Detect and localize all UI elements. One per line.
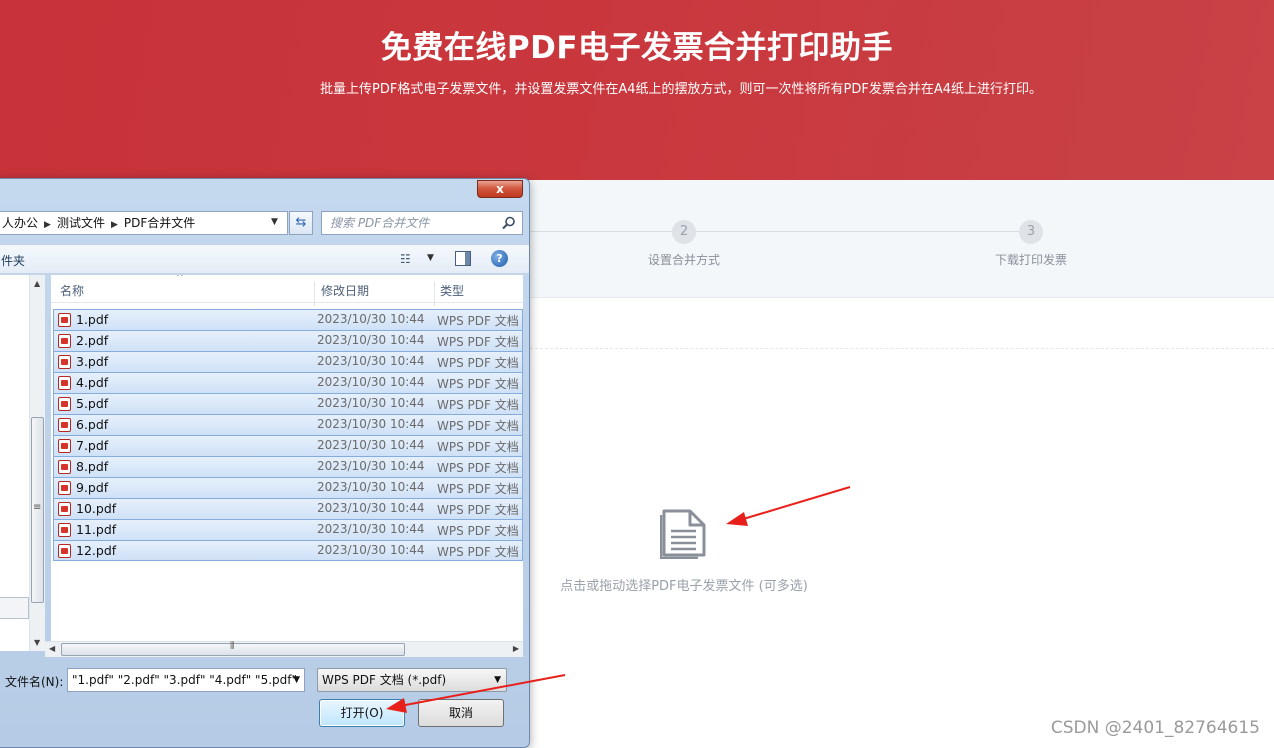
annotation-arrow (726, 486, 851, 526)
annotation-arrows (386, 486, 851, 713)
annotation-arrow (386, 674, 566, 713)
